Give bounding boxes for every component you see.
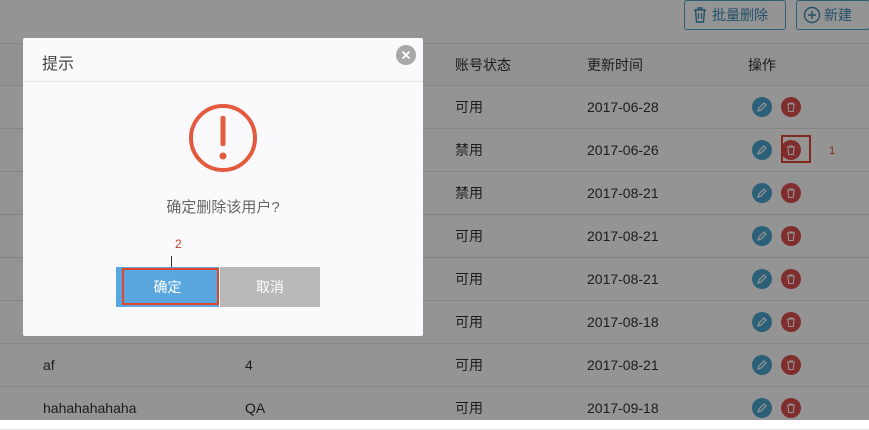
confirm-dialog: 提示 确定删除该用户? 2 确定 取消 [23,38,423,336]
exclamation-circle-icon [189,104,257,172]
dialog-title: 提示 [42,56,75,73]
dialog-header: 提示 [23,38,423,82]
close-icon[interactable] [396,45,416,65]
annotation-mark-2: 2 [175,237,182,251]
cancel-button[interactable]: 取消 [220,267,320,307]
cancel-label: 取消 [256,279,284,295]
confirm-highlight-box [122,268,219,305]
dialog-message: 确定删除该用户? [166,199,280,216]
